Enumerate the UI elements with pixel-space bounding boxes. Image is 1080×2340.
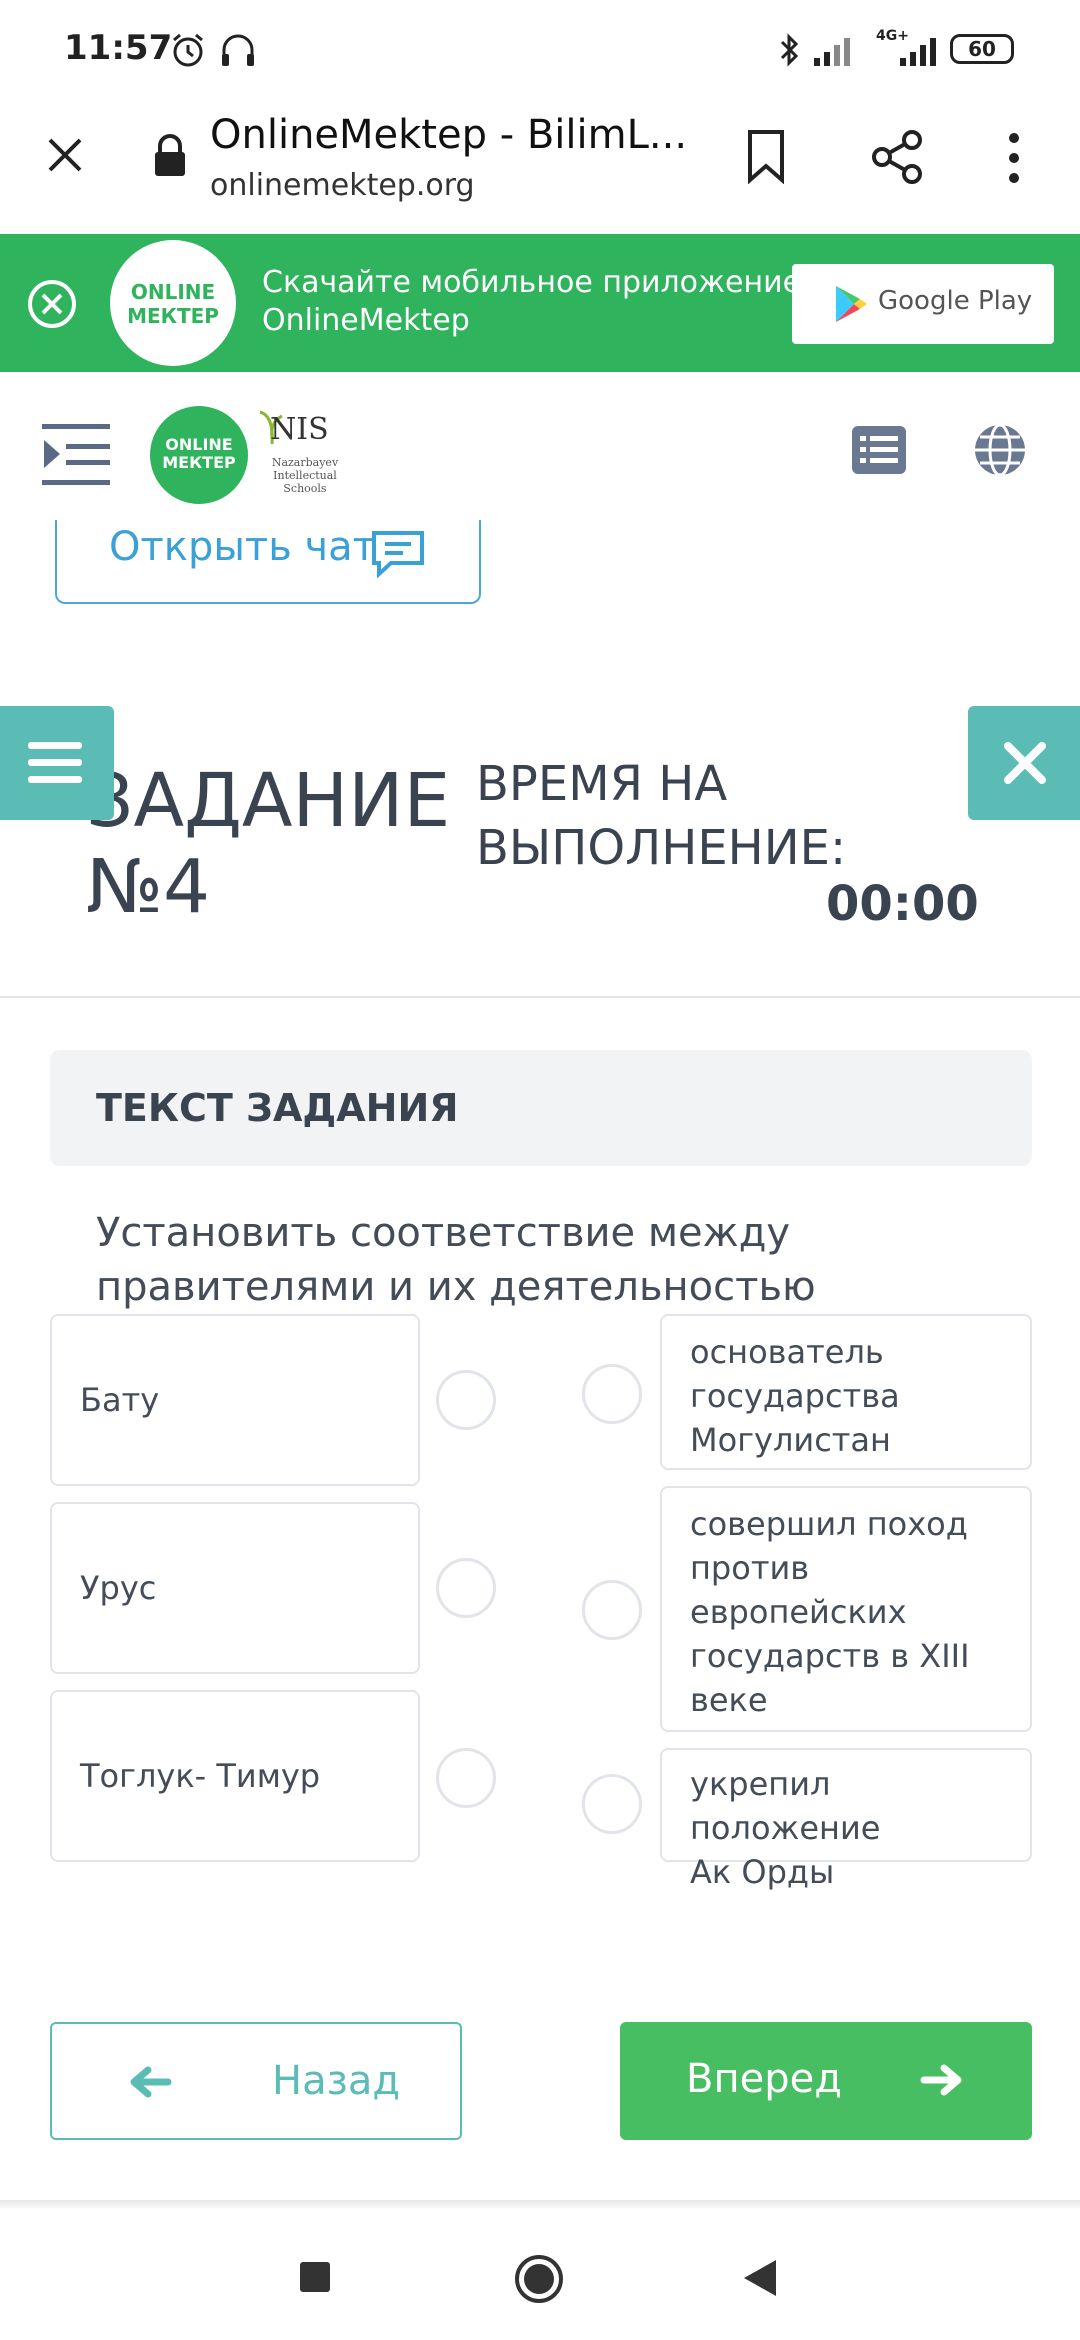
task-question-line2: правителями и их деятельностью bbox=[96, 1264, 816, 1310]
right-item-line: Ак Орды bbox=[690, 1853, 835, 1891]
right-item-line: государств в XIII bbox=[690, 1637, 970, 1675]
left-item-2[interactable]: Урус bbox=[50, 1502, 420, 1674]
signal-icon bbox=[814, 38, 850, 66]
task-list-icon[interactable] bbox=[852, 426, 906, 474]
right-item-line: совершил поход bbox=[690, 1505, 968, 1543]
left-match-radio-3[interactable] bbox=[436, 1748, 496, 1808]
more-menu-icon[interactable] bbox=[1004, 130, 1024, 186]
time-label-line2: ВЫПОЛНЕНИЕ: bbox=[476, 820, 847, 876]
close-icon bbox=[1004, 742, 1046, 784]
browser-toolbar: OnlineMektep - BilimL... onlinemektep.or… bbox=[0, 100, 1080, 234]
back-nav-icon[interactable] bbox=[742, 2258, 778, 2298]
onlinemektep-logo: ONLINE МЕКТЕР bbox=[110, 240, 236, 366]
promo-text: Скачайте мобильное приложение OnlineMekt… bbox=[262, 264, 801, 340]
google-play-button[interactable]: Google Play bbox=[792, 264, 1054, 344]
time-label: ВРЕМЯ НА ВЫПОЛНЕНИЕ: bbox=[476, 752, 846, 880]
right-item-label: основатель государства Могулистан bbox=[690, 1330, 900, 1462]
task-title-line1: ЗАДАНИЕ bbox=[86, 758, 451, 844]
nis-subtitle: Nazarbayev Intellectual Schools bbox=[271, 456, 339, 495]
right-item-line: европейских bbox=[690, 1593, 907, 1631]
status-bar: 11:57 4G+ 60 bbox=[0, 0, 1080, 100]
logo-line1: ONLINE bbox=[130, 280, 216, 304]
google-play-label: Google Play bbox=[878, 286, 1033, 316]
close-task-button[interactable] bbox=[968, 706, 1080, 820]
task-text-header: ТЕКСТ ЗАДАНИЯ bbox=[50, 1050, 1032, 1166]
chat-icon bbox=[372, 531, 424, 578]
right-item-line: государства bbox=[690, 1377, 900, 1415]
bookmark-icon[interactable] bbox=[742, 128, 790, 184]
left-match-radio-1[interactable] bbox=[436, 1370, 496, 1430]
right-item-line: Могулистан bbox=[690, 1421, 891, 1459]
right-match-radio-3[interactable] bbox=[582, 1774, 642, 1834]
close-banner-icon[interactable] bbox=[26, 278, 78, 330]
time-value: 00:00 bbox=[826, 876, 979, 932]
right-item-label: укрепил положение Ак Орды bbox=[690, 1762, 1030, 1894]
arrow-right-icon bbox=[920, 2064, 962, 2096]
headset-icon bbox=[222, 34, 254, 66]
sidebar-toggle-icon[interactable] bbox=[42, 422, 112, 488]
right-item-line: основатель bbox=[690, 1333, 884, 1371]
left-item-label: Бату bbox=[80, 1381, 160, 1419]
signal-icon-2 bbox=[900, 38, 936, 66]
header-logo-line1: ONLINE bbox=[165, 435, 233, 454]
battery-indicator: 60 bbox=[950, 34, 1014, 64]
right-match-radio-1[interactable] bbox=[582, 1364, 642, 1424]
site-header: ONLINE МЕКТЕР NIS Nazarbayev Intellectua… bbox=[0, 372, 1080, 534]
left-item-label: Урус bbox=[80, 1569, 157, 1607]
app-promo-banner: ONLINE МЕКТЕР Скачайте мобильное приложе… bbox=[0, 234, 1080, 372]
next-button[interactable]: Вперед bbox=[620, 2022, 1032, 2140]
task-question: Установить соответствие между правителям… bbox=[96, 1206, 996, 1314]
bottom-shadow bbox=[0, 2200, 1080, 2210]
logo-line2: МЕКТЕР bbox=[127, 304, 219, 328]
open-chat-label: Открыть чат bbox=[109, 524, 376, 570]
onlinemektep-logo-header[interactable]: ONLINE МЕКТЕР bbox=[150, 406, 248, 504]
system-navigation-bar bbox=[0, 2210, 1080, 2340]
page-title: OnlineMektep - BilimL... bbox=[210, 112, 688, 158]
right-item-1[interactable]: основатель государства Могулистан bbox=[660, 1314, 1032, 1470]
share-icon[interactable] bbox=[868, 128, 926, 186]
task-menu-button[interactable] bbox=[0, 706, 114, 820]
nis-label: NIS bbox=[270, 412, 329, 447]
left-item-1[interactable]: Бату bbox=[50, 1314, 420, 1486]
right-item-2[interactable]: совершил поход против европейских госуда… bbox=[660, 1486, 1032, 1732]
task-title-line2: №4 bbox=[86, 844, 211, 930]
back-label: Назад bbox=[272, 2058, 401, 2104]
lock-icon bbox=[155, 134, 185, 176]
right-match-radio-2[interactable] bbox=[582, 1580, 642, 1640]
time-label-line1: ВРЕМЯ НА bbox=[476, 756, 728, 812]
page-url[interactable]: onlinemektep.org bbox=[210, 168, 475, 203]
promo-text-line1: Скачайте мобильное приложение bbox=[262, 265, 802, 300]
divider bbox=[0, 996, 1080, 998]
right-item-3[interactable]: укрепил положение Ак Орды bbox=[660, 1748, 1032, 1891]
left-match-radio-2[interactable] bbox=[436, 1558, 496, 1618]
alarm-icon bbox=[173, 33, 203, 67]
status-time: 11:57 bbox=[64, 28, 173, 68]
open-chat-button[interactable]: Открыть чат bbox=[55, 520, 481, 604]
task-title: ЗАДАНИЕ №4 bbox=[86, 758, 450, 930]
hamburger-icon bbox=[28, 742, 82, 783]
right-item-label: совершил поход против европейских госуда… bbox=[690, 1502, 970, 1722]
right-item-line: укрепил положение bbox=[690, 1765, 881, 1847]
header-logo-line2: МЕКТЕР bbox=[162, 453, 236, 472]
right-item-line: против bbox=[690, 1549, 810, 1587]
bluetooth-icon bbox=[780, 33, 799, 67]
next-label: Вперед bbox=[686, 2056, 842, 2102]
google-play-icon bbox=[836, 286, 867, 322]
recent-apps-icon[interactable] bbox=[298, 2260, 332, 2294]
arrow-left-icon bbox=[130, 2066, 172, 2098]
task-text-label: ТЕКСТ ЗАДАНИЯ bbox=[96, 1086, 459, 1130]
right-item-line: веке bbox=[690, 1681, 768, 1719]
left-item-label: Тоглук- Тимур bbox=[80, 1757, 321, 1795]
globe-icon[interactable] bbox=[972, 422, 1028, 478]
close-tab-icon[interactable] bbox=[40, 130, 90, 180]
back-button[interactable]: Назад bbox=[50, 2022, 462, 2140]
promo-text-line2: OnlineMektep bbox=[262, 303, 470, 338]
left-item-3[interactable]: Тоглук- Тимур bbox=[50, 1690, 420, 1862]
task-question-line1: Установить соответствие между bbox=[96, 1210, 791, 1256]
nis-logo: NIS Nazarbayev Intellectual Schools bbox=[256, 408, 346, 508]
home-icon[interactable] bbox=[514, 2254, 564, 2304]
